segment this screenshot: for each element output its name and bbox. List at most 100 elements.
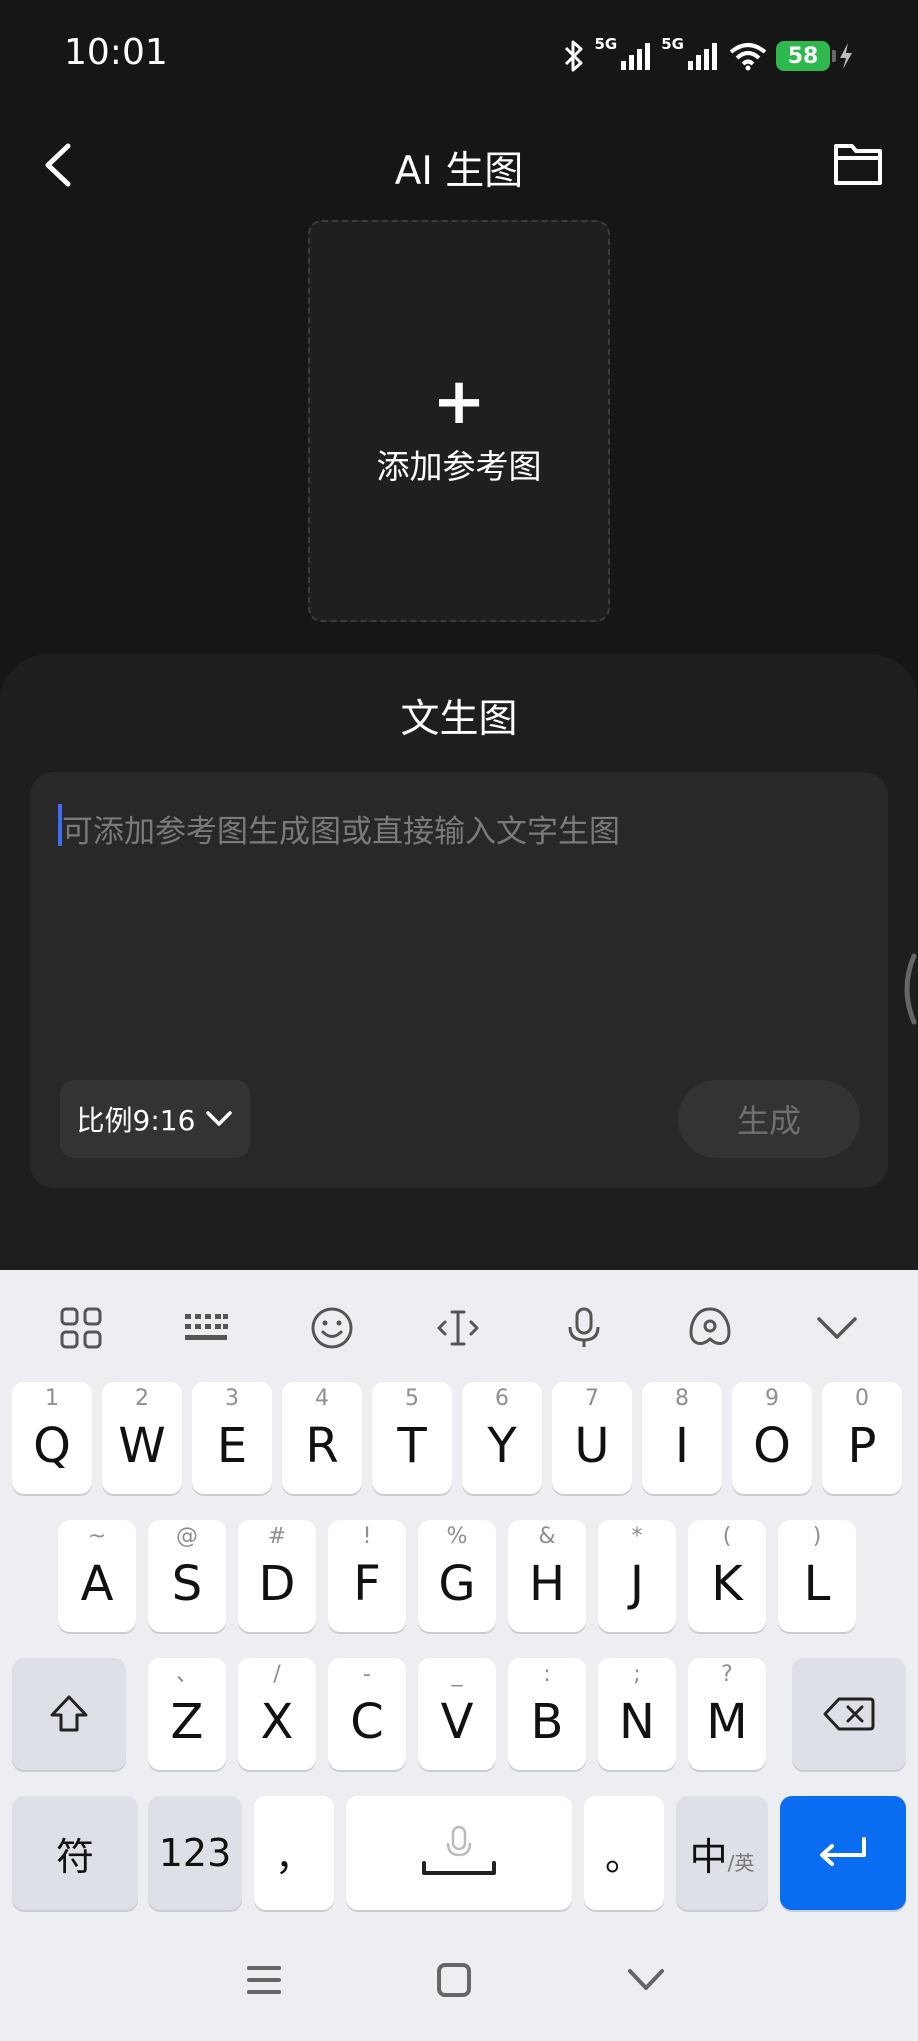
cellular-signal-icon-2	[686, 41, 720, 71]
key-label: V	[440, 1694, 474, 1750]
key-label: C	[350, 1694, 384, 1750]
key-label: R	[305, 1418, 339, 1474]
language-switch-key[interactable]: 中 /英	[676, 1796, 768, 1910]
key-sub-label: 8	[675, 1386, 689, 1411]
shift-key[interactable]	[12, 1658, 126, 1770]
key-label: E	[216, 1418, 248, 1474]
key-sub-label: ~	[87, 1524, 107, 1549]
key-sub-label: )	[812, 1524, 822, 1549]
battery-indicator: 58	[776, 41, 836, 71]
backspace-key[interactable]	[792, 1658, 906, 1770]
emoji-icon[interactable]	[304, 1300, 360, 1356]
key-i[interactable]: 8I	[642, 1382, 722, 1494]
key-label: Y	[487, 1418, 517, 1474]
key-label: M	[706, 1694, 748, 1750]
cursor-move-icon[interactable]	[430, 1300, 486, 1356]
menu-nav-button[interactable]	[234, 1950, 294, 2010]
key-sub-label: /	[273, 1662, 281, 1687]
key-label: I	[674, 1418, 690, 1474]
add-reference-label: 添加参考图	[376, 447, 542, 486]
key-x[interactable]: / X	[238, 1658, 316, 1770]
key-sub-label: 3	[225, 1386, 239, 1411]
key-u[interactable]: 7U	[552, 1382, 632, 1494]
key-label: X	[260, 1694, 294, 1750]
key-z[interactable]: 、 Z	[148, 1658, 226, 1770]
key-label: K	[711, 1556, 743, 1612]
key-m[interactable]: ? M	[688, 1658, 766, 1770]
key-l[interactable]: ) L	[778, 1520, 856, 1632]
comma-key[interactable]: ，	[254, 1796, 334, 1910]
backspace-icon	[823, 1697, 875, 1731]
chevron-down-nav-icon	[628, 1969, 664, 1990]
network-type-2: 5G	[661, 35, 684, 53]
key-t[interactable]: 5T	[372, 1382, 452, 1494]
cellular-signal-icon	[619, 41, 653, 71]
back-nav-button[interactable]	[616, 1950, 676, 2010]
key-c[interactable]: -C	[328, 1658, 406, 1770]
key-s[interactable]: @ S	[148, 1520, 226, 1632]
key-d[interactable]: # D	[238, 1520, 316, 1632]
keyboard-layout-icon[interactable]	[178, 1300, 234, 1356]
collapse-keyboard-icon[interactable]	[809, 1300, 865, 1356]
panel-title: 文生图	[400, 697, 518, 742]
folder-button[interactable]	[832, 140, 884, 188]
add-reference-image-button[interactable]: + 添加参考图	[308, 220, 610, 622]
key-label: W	[118, 1418, 166, 1474]
charging-icon	[838, 42, 854, 70]
period-key[interactable]: 。	[584, 1796, 664, 1910]
numbers-key[interactable]: 123	[148, 1796, 242, 1910]
wifi-icon	[728, 41, 768, 71]
key-label: L	[803, 1556, 831, 1612]
side-edge-handle[interactable]	[896, 952, 918, 1026]
key-k[interactable]: (K	[688, 1520, 766, 1632]
apps-grid-icon[interactable]	[53, 1300, 109, 1356]
space-key[interactable]	[346, 1796, 572, 1910]
key-w[interactable]: 2W	[102, 1382, 182, 1494]
key-f[interactable]: ! F	[328, 1520, 406, 1632]
ai-assistant-icon[interactable]	[682, 1300, 738, 1356]
key-sub-label: 1	[45, 1386, 59, 1411]
key-label: Q	[33, 1418, 71, 1474]
key-a[interactable]: ~ A	[58, 1520, 136, 1632]
key-sub-label: 、	[175, 1662, 198, 1687]
battery-level: 58	[787, 43, 819, 69]
key-g[interactable]: % G	[418, 1520, 496, 1632]
key-label: J	[629, 1556, 645, 1612]
key-sub-label: 6	[495, 1386, 509, 1411]
key-h[interactable]: & H	[508, 1520, 586, 1632]
key-label: T	[397, 1418, 427, 1474]
key-r[interactable]: 4R	[282, 1382, 362, 1494]
key-o[interactable]: 9O	[732, 1382, 812, 1494]
key-label: U	[574, 1418, 610, 1474]
plus-icon: +	[432, 365, 486, 439]
key-label: H	[528, 1556, 566, 1612]
space-voice-icon	[422, 1825, 496, 1875]
symbols-key[interactable]: 符	[12, 1796, 138, 1910]
key-j[interactable]: * J	[598, 1520, 676, 1632]
key-p[interactable]: 0P	[822, 1382, 902, 1494]
key-sub-label: 5	[405, 1386, 419, 1411]
enter-key[interactable]	[780, 1796, 906, 1910]
key-sub-label: ;	[633, 1662, 641, 1687]
lang-sub-label: /英	[727, 1850, 755, 1875]
home-nav-button[interactable]	[424, 1950, 484, 2010]
key-sub-label: 4	[315, 1386, 329, 1411]
key-n[interactable]: ; N	[598, 1658, 676, 1770]
key-e[interactable]: 3E	[192, 1382, 272, 1494]
key-sub-label: &	[538, 1524, 556, 1549]
key-y[interactable]: 6Y	[462, 1382, 542, 1494]
generate-button[interactable]: 生成	[678, 1080, 860, 1158]
microphone-icon[interactable]	[556, 1300, 612, 1356]
aspect-ratio-dropdown[interactable]: 比例9:16	[60, 1080, 250, 1158]
menu-icon	[247, 1966, 281, 1994]
key-sub-label: *	[631, 1524, 643, 1549]
key-sub-label: 9	[765, 1386, 779, 1411]
key-label: A	[80, 1556, 114, 1612]
folder-icon	[834, 144, 882, 185]
key-q[interactable]: 1Q	[12, 1382, 92, 1494]
lang-main-label: 中	[689, 1834, 728, 1879]
key-v[interactable]: _ V	[418, 1658, 496, 1770]
ratio-label: 比例9:16	[76, 1104, 196, 1137]
key-b[interactable]: :B	[508, 1658, 586, 1770]
key-label: B	[530, 1694, 564, 1750]
